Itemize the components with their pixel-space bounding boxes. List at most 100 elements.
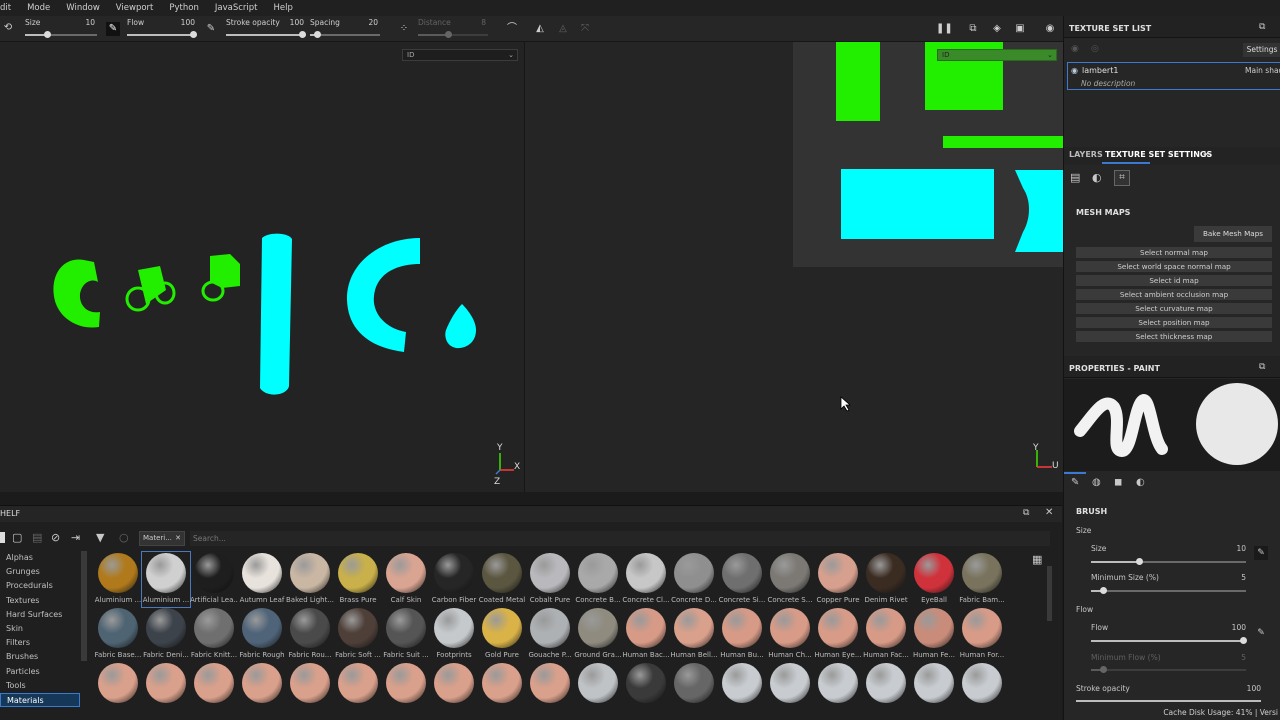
material-tile[interactable]: Aluminium ... — [141, 551, 191, 608]
select-world-space-normal-map-button[interactable]: Select world space normal map — [1076, 261, 1272, 272]
refresh-icon[interactable]: ○ — [119, 531, 129, 544]
material-tile[interactable]: Fabric Rou... — [286, 607, 334, 662]
maximize-icon[interactable]: ⧉ — [1023, 508, 1029, 518]
transform-icon[interactable]: ⤧ — [578, 22, 592, 36]
brush-size-value[interactable]: 10 — [1214, 544, 1246, 553]
category-tools[interactable]: Tools — [0, 679, 80, 693]
grid-view-icon[interactable]: ▦ — [1032, 553, 1042, 566]
brush-tab-icon[interactable]: ✎ — [1071, 477, 1079, 488]
display-mode-icon[interactable]: ◈ — [990, 22, 1004, 36]
material-tile[interactable] — [382, 662, 430, 717]
material-tile[interactable]: Human Eye... — [814, 607, 862, 662]
material-tile[interactable]: Human Bu... — [718, 607, 766, 662]
select-normal-map-button[interactable]: Select normal map — [1076, 247, 1272, 258]
material-filter-tag[interactable]: Materi... ✕ — [139, 531, 185, 546]
material-tile[interactable]: Brass Pure — [334, 552, 382, 607]
material-tile[interactable]: Copper Pure — [814, 552, 862, 607]
material-tile[interactable]: Concrete B... — [574, 552, 622, 607]
screenshot-icon[interactable]: ◉ — [1043, 22, 1057, 36]
material-tile[interactable] — [910, 662, 958, 717]
split-view-icon[interactable]: ⧉ — [966, 22, 980, 36]
stroke-opacity-value[interactable]: 100 — [290, 18, 304, 27]
menu-window[interactable]: Window — [58, 3, 108, 13]
material-tile[interactable]: Aluminium ... — [94, 552, 142, 607]
material-tile[interactable]: Human Bac... — [622, 607, 670, 662]
material-tile[interactable]: Denim Rivet — [862, 552, 910, 607]
flow-value[interactable]: 100 — [181, 18, 195, 27]
lazy-mouse-icon[interactable]: ⁘ — [397, 22, 411, 36]
size-slider[interactable] — [25, 31, 97, 38]
category-materials[interactable]: Materials — [0, 692, 80, 708]
flow-slider[interactable] — [127, 31, 197, 38]
material-tile[interactable] — [574, 662, 622, 717]
visibility-eye-icon[interactable]: ◉ — [1071, 66, 1078, 75]
brush-flow-value[interactable]: 100 — [1214, 623, 1246, 632]
menu-edit[interactable]: dit — [0, 3, 19, 13]
material-tile[interactable] — [286, 662, 334, 717]
brush-flow-slider[interactable] — [1091, 637, 1247, 644]
eye-icon[interactable]: ◉ — [1071, 44, 1079, 54]
category-procedurals[interactable]: Procedurals — [0, 579, 80, 593]
material-tile[interactable]: Calf Skin — [382, 552, 430, 607]
remove-filter-icon[interactable]: ✕ — [175, 532, 181, 545]
pen-icon[interactable]: ✎ — [106, 22, 120, 36]
material-tile[interactable]: Artificial Lea... — [190, 552, 238, 607]
eye-outline-icon[interactable]: ◎ — [1091, 44, 1099, 54]
material-tile[interactable] — [142, 662, 190, 717]
shelf-search-input[interactable]: Search... — [190, 531, 1050, 546]
camera-icon[interactable]: ▣ — [1013, 22, 1027, 36]
material-tile[interactable]: Fabric Deni... — [142, 607, 190, 662]
material-tile[interactable]: Fabric Base... — [94, 607, 142, 662]
category-grunges[interactable]: Grunges — [0, 565, 80, 579]
material-tile[interactable]: Fabric Suit ... — [382, 607, 430, 662]
stencil-tab-icon[interactable]: ◐ — [1136, 477, 1145, 488]
material-tile[interactable]: Fabric Rough — [238, 607, 286, 662]
stroke-opacity-value[interactable]: 100 — [1229, 684, 1261, 693]
texture-set-item[interactable]: ◉ lambert1 Main shad No description — [1067, 62, 1280, 90]
material-tile[interactable]: Concrete D... — [670, 552, 718, 607]
close-tab-icon[interactable]: ✕ — [1203, 150, 1210, 159]
symmetry-axis-icon[interactable]: ◬ — [556, 22, 570, 36]
material-tile[interactable]: Fabric Bam... — [958, 552, 1006, 607]
category-alphas[interactable]: Alphas — [0, 551, 80, 565]
menu-mode[interactable]: Mode — [19, 3, 58, 13]
material-tile[interactable]: Ground Gra... — [574, 607, 622, 662]
material-tile[interactable] — [766, 662, 814, 717]
material-tile[interactable]: Fabric Soft ... — [334, 607, 382, 662]
bake-mesh-maps-button[interactable]: Bake Mesh Maps — [1194, 226, 1272, 242]
menu-javascript[interactable]: JavaScript — [207, 3, 266, 13]
material-tile[interactable] — [814, 662, 862, 717]
material-tile[interactable]: Human Fe... — [910, 607, 958, 662]
brush-size-slider[interactable] — [1091, 558, 1246, 565]
material-icon[interactable]: ◐ — [1092, 171, 1102, 184]
select-curvature-map-button[interactable]: Select curvature map — [1076, 303, 1272, 314]
material-tile[interactable]: Human Bell... — [670, 607, 718, 662]
viewport-2d-mode-select[interactable]: ID ⌄ — [937, 49, 1057, 61]
material-tile[interactable]: Baked Light... — [286, 552, 334, 607]
category-hard-surfaces[interactable]: Hard Surfaces — [0, 608, 80, 622]
material-tile[interactable]: Autumn Leaf — [238, 552, 286, 607]
size-value[interactable]: 10 — [85, 18, 95, 27]
close-icon[interactable]: ✕ — [1045, 507, 1053, 518]
material-tile[interactable]: Human Fac... — [862, 607, 910, 662]
tool-icon[interactable]: ⟲ — [1, 21, 15, 35]
min-size-slider[interactable] — [1091, 587, 1246, 594]
spacing-value[interactable]: 20 — [368, 18, 378, 27]
undock-icon[interactable]: ⧉ — [1259, 22, 1265, 32]
material-scrollbar[interactable] — [1047, 566, 1052, 621]
material-tile[interactable]: Concrete Si... — [718, 552, 766, 607]
material-tile[interactable] — [718, 662, 766, 717]
material-tile[interactable]: Concrete S... — [766, 552, 814, 607]
material-tile[interactable] — [958, 662, 1006, 717]
material-tile[interactable] — [238, 662, 286, 717]
material-tile[interactable] — [670, 662, 718, 717]
tab-layers[interactable]: LAYERS — [1069, 150, 1103, 159]
material-tile[interactable]: Gold Pure — [478, 607, 526, 662]
undock-icon[interactable]: ⧉ — [1259, 362, 1265, 372]
material-tile[interactable] — [94, 662, 142, 717]
curve-icon[interactable]: ⌒ — [505, 22, 519, 36]
material-tile[interactable] — [478, 662, 526, 717]
menu-viewport[interactable]: Viewport — [108, 3, 162, 13]
category-textures[interactable]: Textures — [0, 594, 80, 608]
material-tile[interactable] — [430, 662, 478, 717]
